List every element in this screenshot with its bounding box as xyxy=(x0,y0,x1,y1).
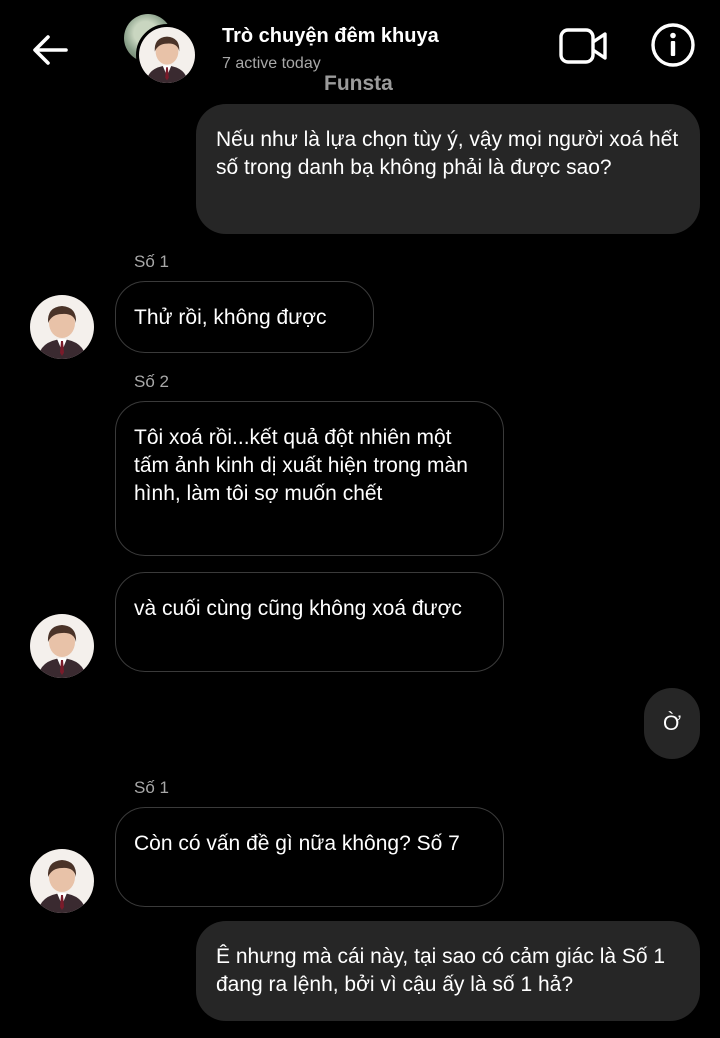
chat-title[interactable]: Trò chuyện đêm khuya xyxy=(222,25,439,48)
sender-name: Số 1 xyxy=(134,778,169,797)
message-text: và cuối cùng cũng không xoá được xyxy=(134,597,462,620)
message-incoming[interactable]: Tôi xoá rồi...kết quả đột nhiên một tấm … xyxy=(115,401,504,556)
active-status: 7 active today xyxy=(222,55,321,72)
message-text: Ờ xyxy=(662,712,681,735)
sender-avatar[interactable] xyxy=(30,849,94,913)
group-avatar-primary xyxy=(136,24,198,86)
arrow-left-icon xyxy=(33,35,68,65)
sender-avatar[interactable] xyxy=(30,614,94,678)
watermark: Funsta xyxy=(324,72,393,95)
info-button[interactable] xyxy=(650,22,696,68)
message-incoming[interactable]: và cuối cùng cũng không xoá được xyxy=(115,572,504,672)
message-text: Còn có vấn đề gì nữa không? Số 7 xyxy=(134,832,460,855)
info-circle-icon xyxy=(651,23,695,67)
message-text: Nếu như là lựa chọn tùy ý, vậy mọi người… xyxy=(216,128,679,179)
message-text: Ê nhưng mà cái này, tại sao có cảm giác … xyxy=(216,945,666,996)
video-call-button[interactable] xyxy=(558,26,610,66)
sender-avatar[interactable] xyxy=(30,295,94,359)
sender-name: Số 2 xyxy=(134,372,169,391)
back-button[interactable] xyxy=(28,28,72,72)
group-avatar[interactable] xyxy=(124,14,198,86)
message-incoming[interactable]: Thử rồi, không được xyxy=(115,281,374,353)
message-outgoing[interactable]: Ờ xyxy=(644,688,700,759)
message-text: Tôi xoá rồi...kết quả đột nhiên một tấm … xyxy=(134,426,468,505)
message-text: Thử rồi, không được xyxy=(134,306,327,329)
video-camera-icon xyxy=(559,28,607,64)
message-outgoing[interactable]: Nếu như là lựa chọn tùy ý, vậy mọi người… xyxy=(196,104,700,234)
message-outgoing[interactable]: Ê nhưng mà cái này, tại sao có cảm giác … xyxy=(196,921,700,1021)
sender-name: Số 1 xyxy=(134,252,169,271)
chat-header: Trò chuyện đêm khuya 7 active today Funs… xyxy=(0,0,720,95)
message-incoming[interactable]: Còn có vấn đề gì nữa không? Số 7 xyxy=(115,807,504,907)
